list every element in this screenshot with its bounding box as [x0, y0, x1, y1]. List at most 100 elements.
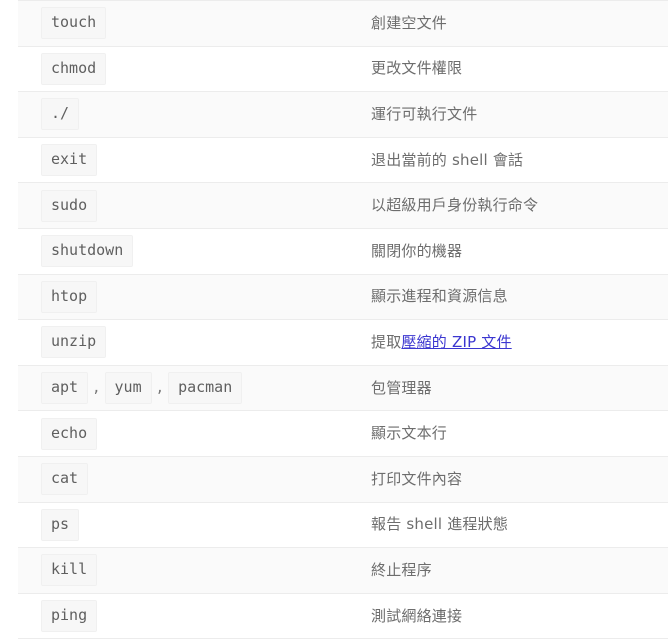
command-cell: touch — [18, 0, 360, 47]
description-text: 顯示進程和資源信息 — [371, 287, 508, 305]
description-prefix: 關閉你的機器 — [371, 241, 463, 260]
command-cell: ping — [18, 592, 360, 639]
command-cell: chmod — [18, 45, 360, 93]
description-link[interactable]: 壓縮的 ZIP 文件 — [401, 333, 511, 351]
description-text: 報告 shell 進程狀態 — [371, 515, 508, 533]
command-cell: echo — [18, 410, 360, 457]
description-cell: 打印文件內容 — [360, 455, 668, 503]
table-row: ./ 運行可執行文件 — [18, 91, 668, 138]
linux-command-table: touch 創建空文件 chmod 更改文件權限 ./ 運行可執行文件 exit 退出當前的 … — [18, 0, 668, 639]
command-separator: , — [92, 380, 101, 397]
command-chip[interactable]: touch — [41, 7, 107, 40]
command-chip-group: sudo — [41, 189, 360, 222]
description-cell: 顯示進程和資源信息 — [360, 273, 668, 321]
command-chip[interactable]: ./ — [41, 98, 80, 131]
description-prefix: 運行可執行文件 — [371, 104, 478, 123]
command-chip[interactable]: kill — [41, 554, 98, 587]
description-prefix: 提取 — [371, 332, 402, 351]
description-prefix: 包管理器 — [371, 378, 432, 397]
table-row: htop 顯示進程和資源信息 — [18, 273, 668, 321]
description-prefix: 創建空文件 — [371, 13, 448, 32]
command-chip[interactable]: yum — [104, 372, 152, 405]
command-chip[interactable]: sudo — [41, 189, 98, 222]
command-chip[interactable]: cat — [41, 463, 89, 496]
command-chip[interactable]: htop — [41, 280, 98, 313]
command-chip[interactable]: pacman — [168, 372, 243, 405]
description-prefix: 終止程序 — [371, 560, 432, 579]
table-row: exit 退出當前的 shell 會話 — [18, 136, 668, 184]
description-cell: 終止程序 — [360, 547, 668, 594]
description-cell: 更改文件權限 — [360, 45, 668, 93]
description-cell: 提取壓縮的 ZIP 文件 — [360, 319, 668, 366]
description-text: 創建空文件 — [371, 14, 447, 32]
command-chip-group: touch — [41, 7, 360, 40]
table-row: echo 顯示文本行 — [18, 410, 668, 457]
table-body: touch 創建空文件 chmod 更改文件權限 ./ 運行可執行文件 exit 退出當前的 … — [18, 0, 668, 639]
description-text: 打印文件內容 — [371, 470, 462, 488]
description-cell: 創建空文件 — [360, 0, 668, 47]
table-row: sudo 以超級用戶身份執行命令 — [18, 182, 668, 229]
command-chip-group: echo — [41, 417, 360, 450]
table-row: apt, yum, pacman 包管理器 — [18, 364, 668, 412]
command-cell: exit — [18, 136, 360, 184]
description-prefix: 以超級用戶身份執行命令 — [371, 196, 539, 215]
command-chip-group: chmod — [41, 52, 360, 85]
command-chip[interactable]: unzip — [41, 326, 107, 359]
description-text: 提取壓縮的 ZIP 文件 — [371, 333, 512, 351]
table-row: chmod 更改文件權限 — [18, 45, 668, 93]
description-prefix: 顯示進程和資源信息 — [371, 287, 508, 306]
command-cell: apt, yum, pacman — [18, 364, 360, 412]
description-text: 顯示文本行 — [371, 424, 447, 442]
description-prefix: 退出當前的 shell 會話 — [371, 150, 524, 169]
description-text: 更改文件權限 — [371, 59, 462, 77]
table-row: kill 終止程序 — [18, 547, 668, 594]
command-separator: , — [155, 380, 165, 397]
description-text: 包管理器 — [371, 379, 432, 397]
description-cell: 運行可執行文件 — [360, 91, 668, 138]
command-chip-group: ping — [41, 600, 360, 633]
command-chip-group: unzip — [41, 326, 360, 359]
command-chip-group: exit — [41, 144, 360, 177]
description-cell: 退出當前的 shell 會話 — [360, 136, 668, 184]
table-row: shutdown 關閉你的機器 — [18, 227, 668, 275]
table-row: ps 報告 shell 進程狀態 — [18, 501, 668, 549]
description-prefix: 顯示文本行 — [371, 424, 448, 443]
command-reference-page: touch 創建空文件 chmod 更改文件權限 ./ 運行可執行文件 exit 退出當前的 … — [0, 0, 668, 639]
description-cell: 包管理器 — [360, 364, 668, 412]
command-chip-group: apt, yum, pacman — [41, 372, 360, 405]
description-cell: 關閉你的機器 — [360, 227, 668, 275]
description-cell: 測試網絡連接 — [360, 592, 668, 639]
command-chip-group: kill — [41, 554, 360, 587]
description-text: 運行可執行文件 — [371, 105, 477, 123]
description-prefix: 報告 shell 進程狀態 — [371, 515, 509, 534]
command-cell: htop — [18, 273, 360, 321]
command-cell: shutdown — [18, 227, 360, 275]
description-prefix: 打印文件內容 — [371, 469, 463, 488]
command-chip-group: cat — [41, 463, 360, 496]
description-text: 退出當前的 shell 會話 — [371, 151, 523, 169]
table-row: ping 測試網絡連接 — [18, 592, 668, 639]
description-prefix: 測試網絡連接 — [371, 606, 463, 625]
description-text: 測試網絡連接 — [371, 607, 462, 625]
description-cell: 報告 shell 進程狀態 — [360, 501, 668, 549]
command-chip[interactable]: chmod — [41, 52, 107, 85]
command-chip[interactable]: ping — [41, 600, 98, 633]
table-row: unzip 提取壓縮的 ZIP 文件 — [18, 319, 668, 366]
command-chip[interactable]: exit — [41, 144, 98, 177]
command-chip[interactable]: apt — [41, 372, 89, 405]
description-cell: 以超級用戶身份執行命令 — [360, 182, 668, 229]
command-chip-group: ps — [41, 508, 360, 541]
command-chip-group: htop — [41, 280, 360, 313]
description-text: 以超級用戶身份執行命令 — [371, 196, 538, 214]
command-cell: cat — [18, 455, 360, 503]
command-chip[interactable]: echo — [41, 417, 98, 450]
command-cell: ./ — [18, 91, 360, 138]
command-chip[interactable]: shutdown — [41, 235, 134, 268]
command-cell: sudo — [18, 182, 360, 229]
description-text: 關閉你的機器 — [371, 242, 462, 260]
command-chip[interactable]: ps — [41, 508, 80, 541]
command-chip-group: ./ — [41, 98, 360, 131]
description-prefix: 更改文件權限 — [371, 59, 463, 78]
table-row: touch 創建空文件 — [18, 0, 668, 47]
table-row: cat 打印文件內容 — [18, 455, 668, 503]
